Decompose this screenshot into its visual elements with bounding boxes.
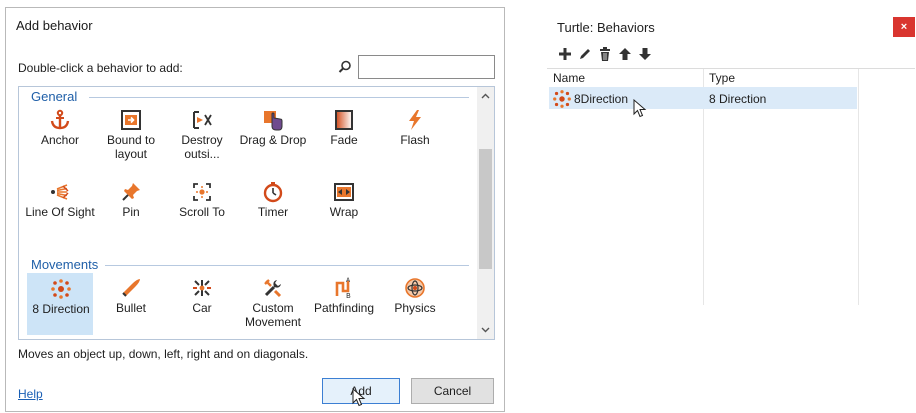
add-icon[interactable] xyxy=(557,46,573,62)
behavior-label: Wrap xyxy=(329,205,359,219)
line-of-sight-icon xyxy=(51,184,69,200)
behavior-list: General Anchor Bound to layout Destroy o… xyxy=(18,86,495,340)
anchor-icon xyxy=(50,109,70,130)
timer-icon xyxy=(263,182,283,203)
behavior-item-pin[interactable]: Pin xyxy=(98,177,164,239)
behavior-item-line-of-sight[interactable]: Line Of Sight xyxy=(25,177,95,239)
behavior-label: Scroll To xyxy=(179,205,225,219)
behavior-label: Pin xyxy=(122,205,140,219)
fade-icon xyxy=(335,110,353,130)
drag-drop-icon xyxy=(264,111,283,131)
behavior-label: Line Of Sight xyxy=(25,205,95,219)
behavior-label: Destroy outsi... xyxy=(181,133,223,161)
car-icon xyxy=(193,280,211,296)
search-input[interactable] xyxy=(358,55,495,79)
wrap-icon xyxy=(334,183,354,201)
physics-icon xyxy=(405,278,425,298)
dialog-title: Add behavior xyxy=(16,18,93,33)
bullet-icon xyxy=(122,279,140,297)
behaviors-panel: Turtle: Behaviors × Name Type 8Direction… xyxy=(547,14,915,305)
pin-icon xyxy=(122,183,140,201)
behavior-item-bullet[interactable]: Bullet xyxy=(98,273,164,335)
scroll-down-arrow-icon[interactable] xyxy=(480,324,491,335)
behavior-item-scroll-to[interactable]: Scroll To xyxy=(169,177,235,239)
behavior-label: Drag & Drop xyxy=(239,133,307,147)
behavior-item-flash[interactable]: Flash xyxy=(382,105,448,167)
column-header-type[interactable]: Type xyxy=(709,71,735,85)
add-button[interactable]: Add xyxy=(322,378,400,404)
scrollbar-thumb[interactable] xyxy=(479,149,492,269)
behavior-label: Pathfinding xyxy=(313,301,375,315)
behavior-label: Fade xyxy=(330,133,358,147)
instruction-text: Double-click a behavior to add: xyxy=(18,61,183,75)
category-title-movements: Movements xyxy=(31,257,99,272)
eight-direction-icon xyxy=(553,90,571,108)
behavior-item-fade[interactable]: Fade xyxy=(311,105,377,167)
bound-to-layout-icon xyxy=(121,110,141,130)
behavior-label: Physics xyxy=(394,301,436,315)
behavior-label: Timer xyxy=(257,205,289,219)
behaviors-table: Name Type 8Direction 8 Direction xyxy=(547,68,915,305)
pathfinding-icon: B A xyxy=(335,277,351,299)
behavior-item-car[interactable]: Car xyxy=(169,273,235,335)
behavior-label: 8 Direction xyxy=(32,302,90,316)
behavior-label: Flash xyxy=(400,133,430,147)
move-up-icon[interactable] xyxy=(617,46,633,62)
svg-text:B: B xyxy=(346,292,351,299)
column-header-name[interactable]: Name xyxy=(553,71,585,85)
move-down-icon[interactable] xyxy=(637,46,653,62)
behavior-label: Bound to layout xyxy=(106,133,156,161)
behavior-item-bound-to-layout[interactable]: Bound to layout xyxy=(98,105,164,167)
behavior-item-custom-movement[interactable]: Custom Movement xyxy=(240,273,306,335)
category-divider xyxy=(89,97,469,98)
behavior-label: Bullet xyxy=(115,301,147,315)
behavior-description: Moves an object up, down, left, right an… xyxy=(18,347,309,361)
behavior-item-pathfinding[interactable]: B A Pathfinding xyxy=(311,273,377,335)
search-icon xyxy=(338,60,351,73)
help-link[interactable]: Help xyxy=(18,387,43,401)
behavior-item-timer[interactable]: Timer xyxy=(240,177,306,239)
destroy-outside-icon xyxy=(193,111,212,129)
panel-title: Turtle: Behaviors xyxy=(557,20,655,35)
behavior-label: Custom Movement xyxy=(244,301,302,329)
behavior-item-drag-drop[interactable]: Drag & Drop xyxy=(240,105,306,167)
svg-text:A: A xyxy=(346,277,351,284)
scroll-up-arrow-icon[interactable] xyxy=(480,91,491,102)
cancel-button[interactable]: Cancel xyxy=(411,378,494,404)
add-behavior-dialog: Add behavior Double-click a behavior to … xyxy=(5,7,505,412)
list-scrollbar[interactable] xyxy=(477,87,494,339)
delete-icon[interactable] xyxy=(597,46,613,62)
flash-icon xyxy=(409,110,421,130)
category-divider xyxy=(105,265,469,266)
behavior-item-wrap[interactable]: Wrap xyxy=(311,177,377,239)
row-name-cell[interactable]: 8Direction xyxy=(574,92,628,106)
panel-title-bar: Turtle: Behaviors × xyxy=(547,14,915,41)
behavior-label: Car xyxy=(192,301,212,315)
behavior-item-8-direction[interactable]: 8 Direction xyxy=(27,273,93,335)
behavior-item-anchor[interactable]: Anchor xyxy=(27,105,93,167)
edit-icon[interactable] xyxy=(577,46,593,62)
eight-direction-icon xyxy=(51,279,71,299)
behavior-item-physics[interactable]: Physics xyxy=(382,273,448,335)
row-type-cell[interactable]: 8 Direction xyxy=(709,92,766,106)
behavior-item-destroy-outside[interactable]: Destroy outsi... xyxy=(169,105,235,167)
column-separator xyxy=(858,69,859,305)
behavior-label: Anchor xyxy=(40,133,80,147)
category-title-general: General xyxy=(31,89,78,104)
custom-movement-icon xyxy=(264,279,282,298)
close-icon[interactable]: × xyxy=(893,17,915,37)
scroll-to-icon xyxy=(193,183,211,201)
